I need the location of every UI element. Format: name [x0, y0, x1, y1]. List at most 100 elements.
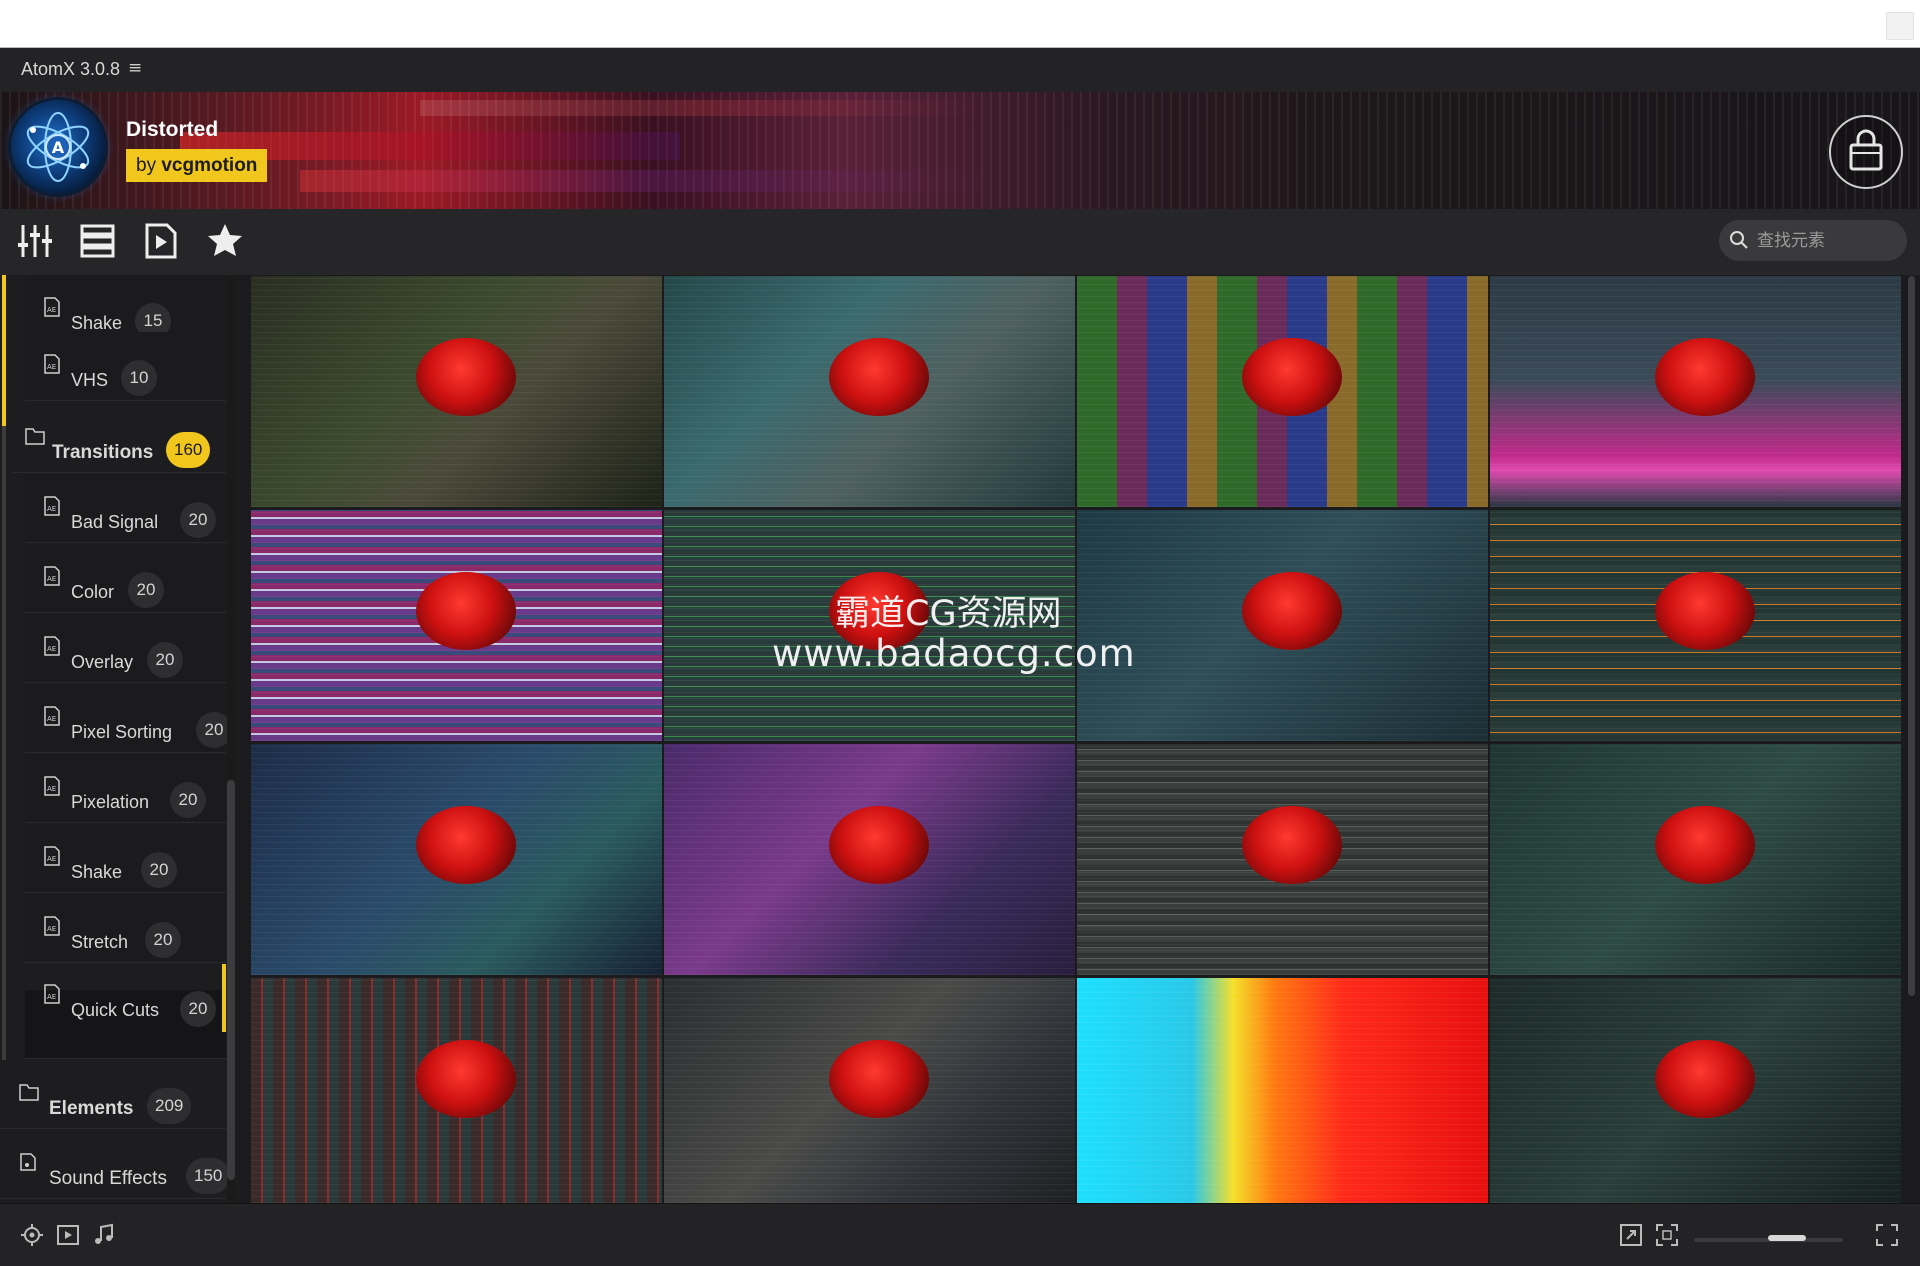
sidebar-item-label: Bad Signal: [71, 512, 159, 532]
preset-thumbnail[interactable]: [1490, 978, 1901, 1204]
sidebar-scrollbar-thumb[interactable]: [227, 780, 235, 1180]
fullscreen-icon[interactable]: [1655, 1223, 1679, 1251]
glitch-overlay: [1077, 978, 1488, 1204]
count-badge: 20: [180, 502, 216, 538]
sidebar-item-quick-cuts[interactable]: AE Quick Cuts 20: [25, 964, 226, 1059]
sidebar-item-shake-2[interactable]: AE Shake 20: [25, 824, 226, 893]
rose-image: [1655, 1040, 1755, 1118]
sidebar-item-label: Quick Cuts: [71, 1000, 160, 1020]
video-icon[interactable]: [56, 1223, 80, 1251]
fit-icon[interactable]: [1875, 1223, 1899, 1251]
sidebar-item-elements[interactable]: Elements 209: [0, 1060, 226, 1129]
sidebar-item-color[interactable]: AE Color 20: [25, 544, 226, 613]
sidebar-scrollbar[interactable]: [227, 275, 236, 1203]
sidebar-item-label: Shake: [71, 862, 123, 882]
preset-thumbnail[interactable]: [251, 276, 662, 507]
rose-image: [1242, 338, 1342, 416]
sidebar-item-overlay[interactable]: AE Overlay 20: [25, 614, 226, 683]
rose-image: [416, 572, 516, 650]
ae-file-icon: AE: [43, 916, 61, 940]
preset-thumbnail-grid: [251, 276, 1905, 1204]
music-icon[interactable]: [92, 1223, 116, 1251]
ae-file-icon: AE: [43, 984, 61, 1008]
search-input[interactable]: [1755, 225, 1899, 257]
preset-thumbnail[interactable]: [1077, 276, 1488, 507]
favorites-star-icon[interactable]: [205, 221, 245, 261]
rose-image: [1655, 338, 1755, 416]
expand-icon[interactable]: [1619, 1223, 1643, 1251]
count-badge: 20: [128, 572, 164, 608]
sidebar-item-bad-signal[interactable]: AE Bad Signal 20: [25, 474, 226, 543]
category-sidebar: AE Shake 15 AE VHS 10 Transitions 160 AE…: [0, 275, 238, 1203]
sidebar-item-label: Pixelation: [71, 792, 150, 812]
sidebar-item-label: Elements: [49, 1098, 134, 1119]
search-box[interactable]: [1719, 220, 1907, 261]
preset-thumbnail[interactable]: [1077, 978, 1488, 1204]
svg-text:AE: AE: [47, 575, 56, 583]
hamburger-menu-icon[interactable]: ≡: [128, 58, 142, 78]
atomx-logo-icon[interactable]: A: [11, 100, 105, 194]
zoom-slider-knob[interactable]: [1768, 1235, 1806, 1241]
sidebar-item-pixel-sorting[interactable]: AE Pixel Sorting 20: [25, 684, 232, 753]
preset-thumbnail[interactable]: [1490, 744, 1901, 975]
list-view-icon[interactable]: [78, 221, 118, 261]
preset-thumbnail[interactable]: [664, 744, 1075, 975]
folder-icon: [18, 1082, 40, 1106]
count-badge: 20: [180, 991, 216, 1027]
svg-text:AE: AE: [47, 306, 56, 314]
sidebar-item-label: Stretch: [71, 932, 129, 952]
zoom-slider[interactable]: [1694, 1235, 1843, 1242]
active-marker: [222, 964, 226, 1032]
host-window-button[interactable]: [1886, 12, 1914, 40]
preset-thumbnail[interactable]: [1077, 744, 1488, 975]
banner-glitch-art: [420, 100, 980, 116]
preset-thumbnail[interactable]: [1490, 276, 1901, 507]
preset-thumbnail[interactable]: [1077, 510, 1488, 741]
pack-author-badge[interactable]: by vcgmotion: [126, 149, 268, 182]
rose-image: [416, 338, 516, 416]
author-name: vcgmotion: [161, 155, 258, 176]
rose-image: [1655, 572, 1755, 650]
sidebar-item-pixelation[interactable]: AE Pixelation 20: [25, 754, 226, 823]
settings-icon[interactable]: [20, 1223, 44, 1251]
sliders-icon[interactable]: [15, 221, 55, 261]
preset-thumbnail[interactable]: [251, 510, 662, 741]
preset-thumbnail[interactable]: [664, 276, 1075, 507]
ae-file-icon: AE: [43, 776, 61, 800]
app-title: AtomX 3.0.8: [21, 59, 121, 79]
rose-image: [416, 806, 516, 884]
preset-thumbnail[interactable]: [664, 978, 1075, 1204]
count-badge: 150: [186, 1158, 231, 1194]
sidebar-item-vhs[interactable]: AE VHS 10: [25, 332, 226, 401]
pack-name: Distorted: [126, 118, 219, 141]
ae-file-icon: AE: [43, 297, 61, 321]
grid-scrollbar[interactable]: [1907, 276, 1916, 1204]
svg-text:AE: AE: [47, 785, 56, 793]
preset-thumbnail[interactable]: [251, 978, 662, 1204]
watermark-title: 霸道CG资源网: [835, 594, 1062, 634]
host-window-strip: [0, 0, 1920, 48]
grid-scrollbar-thumb[interactable]: [1908, 276, 1915, 996]
svg-text:AE: AE: [47, 363, 56, 371]
count-badge: 20: [170, 782, 206, 818]
sidebar-item-label: Overlay: [71, 652, 134, 672]
shop-bag-icon[interactable]: [1829, 115, 1903, 189]
count-badge: 160: [166, 432, 211, 468]
sidebar-item-transitions[interactable]: Transitions 160: [12, 404, 226, 473]
sidebar-item-label: Color: [71, 582, 115, 602]
preview-play-icon[interactable]: [141, 221, 181, 261]
rose-image: [1242, 572, 1342, 650]
ae-file-icon: AE: [43, 846, 61, 870]
sidebar-item-stretch[interactable]: AE Stretch 20: [25, 894, 226, 963]
rose-image: [829, 806, 929, 884]
sidebar-selection-marker: [2, 275, 6, 426]
sidebar-item-label: Pixel Sorting: [71, 722, 173, 742]
preset-thumbnail[interactable]: [251, 744, 662, 975]
svg-text:AE: AE: [47, 925, 56, 933]
svg-text:A: A: [52, 138, 65, 157]
sidebar-item-sound-effects[interactable]: Sound Effects 150: [0, 1130, 231, 1199]
preset-thumbnail[interactable]: [1490, 510, 1901, 741]
author-prefix: by: [136, 155, 157, 176]
count-badge: 20: [145, 922, 181, 958]
folder-icon: [24, 426, 46, 450]
